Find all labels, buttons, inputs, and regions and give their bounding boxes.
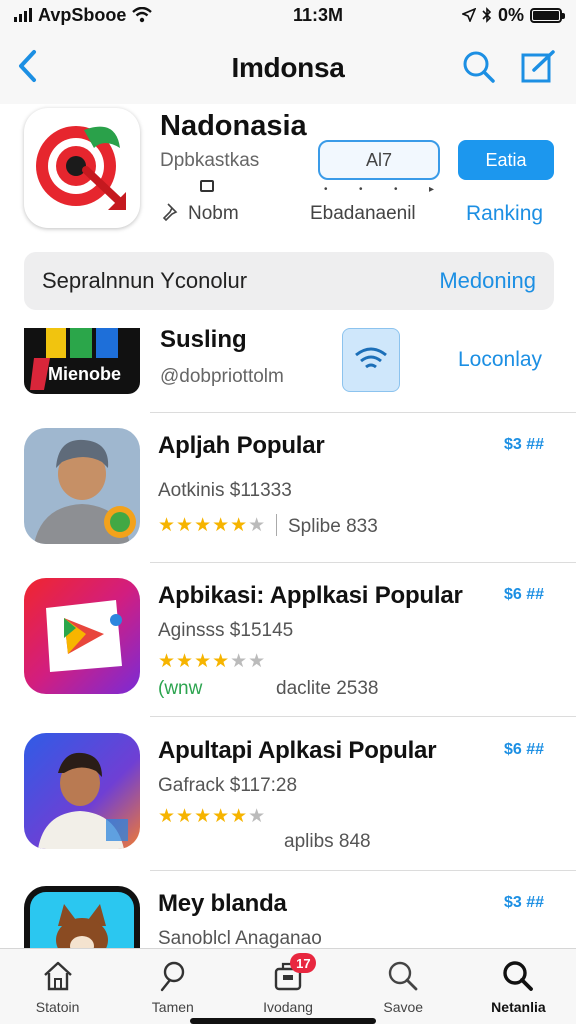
app-icon [24, 428, 140, 544]
app-icon [24, 733, 140, 849]
divider [276, 514, 277, 536]
featured-app-icon[interactable] [24, 108, 140, 228]
app-tag: (wnw [158, 678, 203, 699]
star-rating: ★★★★★★ [158, 806, 267, 827]
divider [150, 562, 576, 563]
featured-meta-center: Ebadanaenil [310, 203, 416, 224]
search-icon [503, 961, 534, 991]
app-title: Mey blanda [158, 890, 287, 917]
sponsored-title: Susling [160, 326, 247, 353]
status-right: 0% [461, 4, 565, 26]
status-bar: AvpSbooe 11:3M 0% [0, 0, 576, 30]
sponsored-app-icon[interactable]: Mienobe [24, 328, 140, 394]
wifi-icon [355, 347, 387, 369]
tab-netanlia[interactable]: Netanlia [461, 949, 576, 1024]
battery-icon [530, 7, 565, 23]
app-subtitle: Aginsss $15145 [158, 620, 294, 641]
promo-link[interactable]: Medoning [439, 268, 536, 294]
sponsor-icon-text: Mienobe [48, 364, 121, 384]
bluetooth-icon [482, 7, 492, 23]
app-subtitle: Gafrack $117:28 [158, 775, 298, 796]
location-arrow-icon [461, 8, 476, 22]
promo-text: Sepralnnun Yconolur [42, 268, 248, 293]
list-item[interactable]: Apljah Popular $3 ## Aotkinis $11333 ★★★… [0, 428, 576, 558]
secondary-button[interactable]: Al7 [318, 140, 440, 180]
star-rating: ★★★★★★ [158, 651, 267, 672]
play-store-icon [24, 578, 140, 694]
tab-ivodang[interactable]: 17 Ivodang [230, 949, 345, 1024]
app-subtitle: Sanoblcl Anaganao [158, 928, 322, 948]
app-icon [24, 578, 140, 694]
search-icon[interactable] [462, 50, 496, 84]
pin-icon [162, 203, 178, 222]
sponsored-subtitle: @dobpriottolm [160, 366, 284, 387]
tab-bar: Statoin Tamen 17 Ivodang Savoe Netanlia [0, 948, 576, 1024]
sponsored-link[interactable]: Loconlay [458, 348, 542, 372]
tab-label: Statoin [35, 999, 80, 1015]
tab-statoin[interactable]: Statoin [0, 949, 115, 1024]
sponsor-logo-icon: Mienobe [30, 328, 121, 390]
tab-savoe[interactable]: Savoe [346, 949, 461, 1024]
app-price: $3 ## [504, 436, 545, 453]
notification-badge: 17 [290, 953, 317, 973]
calendar-icon [200, 180, 214, 192]
cat-icon [24, 886, 140, 948]
star-rating: ★★★★★★ [158, 515, 267, 536]
app-subtitle: Aotkinis $11333 [158, 480, 292, 501]
divider [150, 412, 576, 413]
list-item[interactable]: Mey blanda $3 ## Sanoblcl Anaganao [0, 886, 576, 948]
pagination-indicator: • • • ▸ [324, 184, 434, 195]
tab-label: Ivodang [263, 999, 313, 1015]
app-title: Apbikasi: Applkasi Popular [158, 582, 463, 609]
pin-icon [160, 961, 184, 992]
signal-icon [14, 8, 32, 22]
app-extra: daclite 2538 [276, 678, 379, 699]
search-icon [389, 961, 418, 991]
featured-app-subtitle: Dpbkastkas [160, 150, 260, 171]
tab-label: Savoe [383, 999, 424, 1015]
ranking-link[interactable]: Ranking [466, 202, 543, 226]
app-title: Apljah Popular [158, 432, 325, 459]
tab-tamen[interactable]: Tamen [115, 949, 230, 1024]
list-item[interactable]: Apultapi Aplkasi Popular $6 ## Gafrack $… [0, 733, 576, 863]
app-extra: aplibs 848 [284, 831, 371, 852]
carrier-label: AvpSbooe [38, 4, 127, 25]
wifi-tile[interactable] [342, 328, 400, 392]
divider [150, 870, 576, 871]
tab-label: Tamen [151, 999, 194, 1015]
home-icon [43, 961, 72, 991]
wifi-icon [132, 7, 153, 23]
promo-bar[interactable]: Sepralnnun Yconolur Medoning [24, 252, 554, 310]
compose-icon[interactable] [520, 50, 556, 84]
tab-label: Netanlia [491, 999, 546, 1015]
battery-percent: 0% [497, 4, 524, 25]
app-price: $6 ## [504, 586, 545, 603]
list-item[interactable]: Apbikasi: Applkasi Popular $6 ## Aginsss… [0, 578, 576, 708]
app-price: $6 ## [504, 741, 545, 758]
target-arrow-icon [36, 126, 126, 210]
status-time: 11:3M [292, 4, 343, 25]
get-button[interactable]: Eatia [458, 140, 554, 180]
app-icon [24, 886, 140, 948]
portrait-icon [24, 428, 140, 544]
featured-app-title: Nadonasia [160, 110, 307, 142]
app-extra: Splibe 833 [288, 516, 378, 537]
app-price: $3 ## [504, 894, 545, 911]
app-title: Apultapi Aplkasi Popular [158, 737, 437, 764]
divider [150, 716, 576, 717]
nav-bar: Imdonsa [0, 30, 576, 104]
featured-meta-label: Nobm [188, 203, 239, 224]
home-indicator [190, 1018, 376, 1024]
portrait-icon [24, 733, 140, 849]
